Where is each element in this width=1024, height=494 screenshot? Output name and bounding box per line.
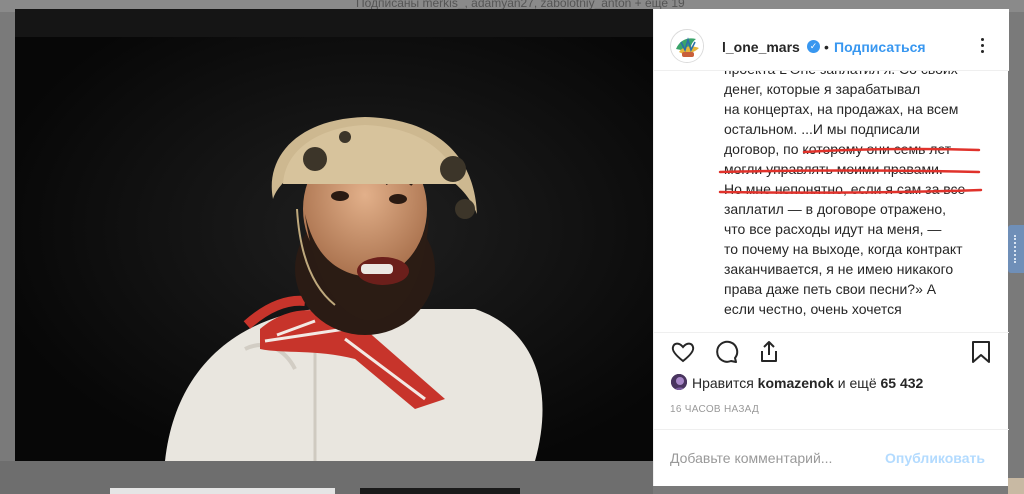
- actions-divider: [654, 332, 1009, 333]
- verified-badge-icon: ✓: [807, 40, 820, 53]
- caption-line: денег, которые я зарабатывал: [724, 81, 921, 97]
- caption-line: заплатил — в договоре отражено,: [724, 201, 947, 217]
- comment-icon[interactable]: [713, 339, 739, 365]
- likes-prefix: Нравится: [692, 375, 758, 391]
- comment-input[interactable]: Добавьте комментарий...: [670, 450, 832, 466]
- caption-line: проекта L'One заплатил я. Со своих: [724, 71, 1006, 79]
- background-block: [110, 488, 335, 494]
- side-scroll-handle[interactable]: [1008, 225, 1024, 273]
- liker-avatar[interactable]: [670, 373, 688, 391]
- likes-text[interactable]: Нравится komazenok и ещё 65 432: [692, 375, 923, 391]
- heart-icon[interactable]: [670, 339, 696, 365]
- likes-suffix: и ещё: [833, 375, 881, 391]
- liker-avatar-icon: [671, 374, 687, 390]
- background-thumbnail: [1008, 478, 1024, 494]
- photo-illustration: [15, 37, 653, 461]
- avatar[interactable]: [670, 29, 704, 63]
- caption-line: то почему на выходе, когда контракт: [724, 241, 963, 257]
- caption-line: заканчивается, я не имею никакого: [724, 261, 954, 277]
- post-username[interactable]: l_one_mars: [722, 39, 800, 55]
- background-strip: [0, 461, 653, 494]
- publish-button[interactable]: Опубликовать: [885, 450, 985, 466]
- caption-text: проекта L'One заплатил я. Со своих денег…: [724, 71, 1006, 319]
- post-side-panel: l_one_mars ✓ • Подписаться проекта L'One…: [653, 9, 1009, 486]
- caption-line: остальном. ...И мы подписали: [724, 121, 920, 137]
- caption-line: Но мне непонятно, если я сам за все: [724, 181, 966, 197]
- avatar-icon: [671, 30, 703, 62]
- liker-username[interactable]: komazenok: [758, 375, 834, 391]
- background-block: [360, 488, 520, 494]
- header-separator: •: [824, 39, 829, 55]
- follow-button[interactable]: Подписаться: [834, 39, 926, 55]
- more-icon[interactable]: [972, 38, 992, 54]
- comment-divider: [654, 429, 1009, 430]
- caption-line: что все расходы идут на меня, —: [724, 221, 942, 237]
- share-icon[interactable]: [756, 339, 782, 365]
- post-caption: проекта L'One заплатил я. Со своих денег…: [654, 71, 1009, 332]
- post-photo[interactable]: [15, 9, 653, 461]
- post-header: l_one_mars ✓ • Подписаться: [654, 9, 1009, 71]
- post-timestamp[interactable]: 16 ЧАСОВ НАЗАД: [670, 404, 759, 415]
- bookmark-icon[interactable]: [968, 339, 994, 365]
- caption-line: на концертах, на продажах, на всем: [724, 101, 959, 117]
- caption-line: могли управлять моими правами.: [724, 161, 943, 177]
- caption-line: договор, по которому они семь лет: [724, 141, 952, 157]
- caption-line: если честно, очень хочется: [724, 301, 902, 317]
- caption-line: права даже петь свои песни?» А: [724, 281, 937, 297]
- likes-count[interactable]: 65 432: [881, 375, 924, 391]
